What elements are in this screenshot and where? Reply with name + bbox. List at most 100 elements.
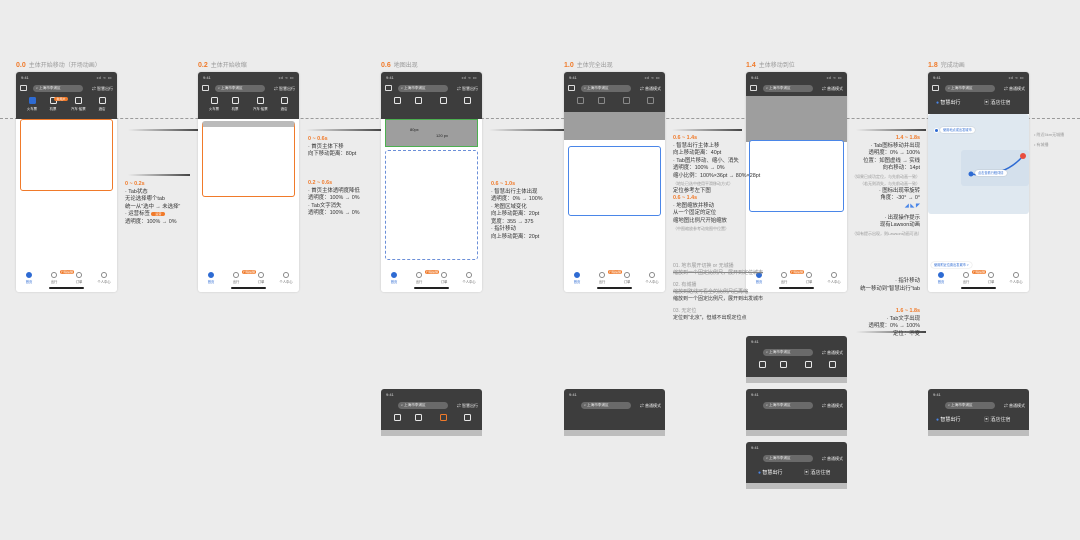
tab-flight[interactable] xyxy=(594,97,608,104)
mode-switch-button[interactable]: ⇄ 普通模式 xyxy=(822,85,843,92)
bottom-tabbar: 首页 出行 订单 个人中心 行程提醒 xyxy=(564,270,665,292)
home-icon xyxy=(938,272,944,278)
tabbar-orders[interactable]: 订单 xyxy=(802,272,816,284)
stage-label: 1.8 完成动画 xyxy=(928,62,965,69)
tab-bus[interactable]: 汽车·船票 xyxy=(71,97,86,111)
user-icon xyxy=(101,272,107,278)
message-icon[interactable] xyxy=(385,85,392,91)
tab-flight[interactable] xyxy=(411,97,425,104)
tab-smart-travel[interactable]: ● 智慧出行 xyxy=(936,416,960,423)
search-input[interactable]: ⌕ 上海市李浦区 xyxy=(398,402,448,409)
tab-train[interactable]: 火车票 xyxy=(25,97,39,111)
home-indicator xyxy=(49,287,84,289)
side-note: • 附近5km无城播 xyxy=(1034,132,1065,137)
tabbar-home[interactable]: 首页 xyxy=(204,272,218,284)
plane-icon xyxy=(597,97,605,104)
tab-hotel[interactable] xyxy=(460,97,474,104)
tabbar-travel[interactable]: 出行 xyxy=(959,272,973,284)
search-input[interactable]: ⌕ 上海市李浦区 xyxy=(581,85,631,92)
tabbar-home[interactable]: 首页 xyxy=(22,272,36,284)
mode-switch-button[interactable]: ⇄ 智慧出行 xyxy=(457,85,478,92)
tabbar-home[interactable]: 首页 xyxy=(570,272,584,284)
tab-smart-travel[interactable]: ● 智慧出行 xyxy=(936,99,960,106)
mode-switch-button[interactable]: ⇄ 智慧出行 xyxy=(92,85,113,92)
home-icon xyxy=(26,272,32,278)
tab-hotel[interactable]: 酒店 xyxy=(95,97,109,111)
message-icon[interactable] xyxy=(750,85,757,91)
tabbar-travel[interactable]: 出行 xyxy=(229,272,243,284)
tabbar-home[interactable]: 首页 xyxy=(387,272,401,284)
mode-switch-button[interactable]: ⇄ 智慧出行 xyxy=(274,85,295,92)
route-chip[interactable]: 点击查看行程详情 xyxy=(975,170,1007,176)
search-input[interactable]: ⌕ 上海市李浦区 xyxy=(215,85,265,92)
mode-switch-button[interactable]: ⇄ 普通模式 xyxy=(822,349,843,356)
search-input[interactable]: ⌕ 上海市李浦区 xyxy=(945,402,995,409)
search-input[interactable]: ⌕ 上海市李浦区 xyxy=(763,455,813,462)
tab-hotel-stay[interactable]: ▣ 酒店住宿 xyxy=(804,469,830,476)
tabbar-profile[interactable]: 个人中心 xyxy=(827,272,841,284)
message-icon[interactable] xyxy=(932,85,939,91)
tab-smart-travel[interactable]: ● 智慧出行 xyxy=(758,469,782,476)
stage-label: 1.4 主体移动到位 xyxy=(746,62,795,69)
search-input[interactable]: ⌕ 上海市李浦区 xyxy=(33,85,83,92)
tab-flight[interactable]: 机票 xyxy=(228,97,242,111)
mode-switch-button[interactable]: ⇄ 普通模式 xyxy=(640,402,661,409)
search-input[interactable]: ⌕ 上海市李浦区 xyxy=(945,85,995,92)
tabbar-home[interactable]: 首页 xyxy=(934,272,948,284)
search-input[interactable]: ⌕ 上海市李浦区 xyxy=(398,85,448,92)
tabbar-profile[interactable]: 个人中心 xyxy=(279,272,293,284)
header: 9:41 ••l ≈ ▭ ⌕ 上海市李浦区 ⇄ 普通模式 ● 智慧出行 ▣ 酒店住… xyxy=(928,72,1029,114)
tabbar-orders[interactable]: 订单 xyxy=(72,272,86,284)
mode-switch-button[interactable]: ⇄ 普通模式 xyxy=(1004,402,1025,409)
tabbar-profile[interactable]: 个人中心 xyxy=(645,272,659,284)
tabbar-orders[interactable]: 订单 xyxy=(620,272,634,284)
phone-frame-0: 9:41 ••l ≈ ▭ ⌕ 上海市李浦区 ⇄ 智慧出行 火车票 机票 汽车·船票… xyxy=(16,72,117,292)
train-icon xyxy=(210,97,218,104)
tabbar-orders[interactable]: 订单 xyxy=(984,272,998,284)
tab-hotel[interactable] xyxy=(643,97,657,104)
search-input[interactable]: ⌕ 上海市李浦区 xyxy=(763,349,813,356)
tab-train[interactable]: 火车票 xyxy=(207,97,221,111)
tabbar-travel[interactable]: 出行 xyxy=(595,272,609,284)
train-icon xyxy=(393,97,401,104)
tab-bus[interactable]: 汽车·船票 xyxy=(253,97,268,111)
tab-bus[interactable] xyxy=(619,97,633,104)
annotation-3: 0.6 ~ 1.0s · 智慧出行主体出现 透明度：0% → 100% · 地图… xyxy=(491,181,543,240)
tabbar-travel[interactable]: 出行 xyxy=(412,272,426,284)
message-icon[interactable] xyxy=(20,85,27,91)
tab-bus[interactable] xyxy=(436,97,450,104)
message-icon[interactable] xyxy=(202,85,209,91)
search-input[interactable]: ⌕ 上海市李浦区 xyxy=(763,85,813,92)
nearby-hint[interactable]: 使用附近位置出发城市 > xyxy=(931,262,972,268)
search-input[interactable]: ⌕ 上海市李浦区 xyxy=(581,402,631,409)
train-icon xyxy=(393,414,401,421)
tabbar-profile[interactable]: 个人中心 xyxy=(97,272,111,284)
tab-hotel[interactable]: 酒店 xyxy=(277,97,291,111)
tabbar-profile[interactable]: 个人中心 xyxy=(462,272,476,284)
connector xyxy=(856,129,926,131)
tabbar-profile[interactable]: 个人中心 xyxy=(1009,272,1023,284)
mode-switch-button[interactable]: ⇄ 普通模式 xyxy=(1004,85,1025,92)
tabbar-orders[interactable]: 订单 xyxy=(437,272,451,284)
travel-icon xyxy=(781,272,787,278)
bus-icon xyxy=(256,97,264,104)
home-indicator xyxy=(597,287,632,289)
tab-train[interactable] xyxy=(573,97,587,104)
tab-train[interactable] xyxy=(390,97,404,104)
map-chip[interactable]: 使用地点或出发城市 xyxy=(940,127,975,133)
search-input[interactable]: ⌕ 上海市李浦区 xyxy=(763,402,813,409)
map-area: 80px 120 px xyxy=(385,119,478,147)
mode-switch-button[interactable]: ⇄ 智慧出行 xyxy=(457,402,478,409)
tab-hotel-stay[interactable]: ▣ 酒店住宿 xyxy=(984,99,1010,106)
annotation-0: 0 ~ 0.2s · Tab状态 无论选择哪个tab 统一从"选中 → 未选择"… xyxy=(125,181,181,225)
tabbar-travel[interactable]: 出行 xyxy=(777,272,791,284)
tabbar-travel[interactable]: 出行 xyxy=(47,272,61,284)
order-icon xyxy=(988,272,994,278)
message-icon[interactable] xyxy=(568,85,575,91)
header: 9:41 ••l ≈ ▭ ⌕ 上海市李浦区 ⇄ 智慧出行 火车票 机票 汽车·船票… xyxy=(16,72,117,119)
tabbar-orders[interactable]: 订单 xyxy=(254,272,268,284)
mode-switch-button[interactable]: ⇄ 普通模式 xyxy=(640,85,661,92)
mode-switch-button[interactable]: ⇄ 普通模式 xyxy=(822,455,843,462)
mode-switch-button[interactable]: ⇄ 普通模式 xyxy=(822,402,843,409)
tab-hotel-stay[interactable]: ▣ 酒店住宿 xyxy=(984,416,1010,423)
